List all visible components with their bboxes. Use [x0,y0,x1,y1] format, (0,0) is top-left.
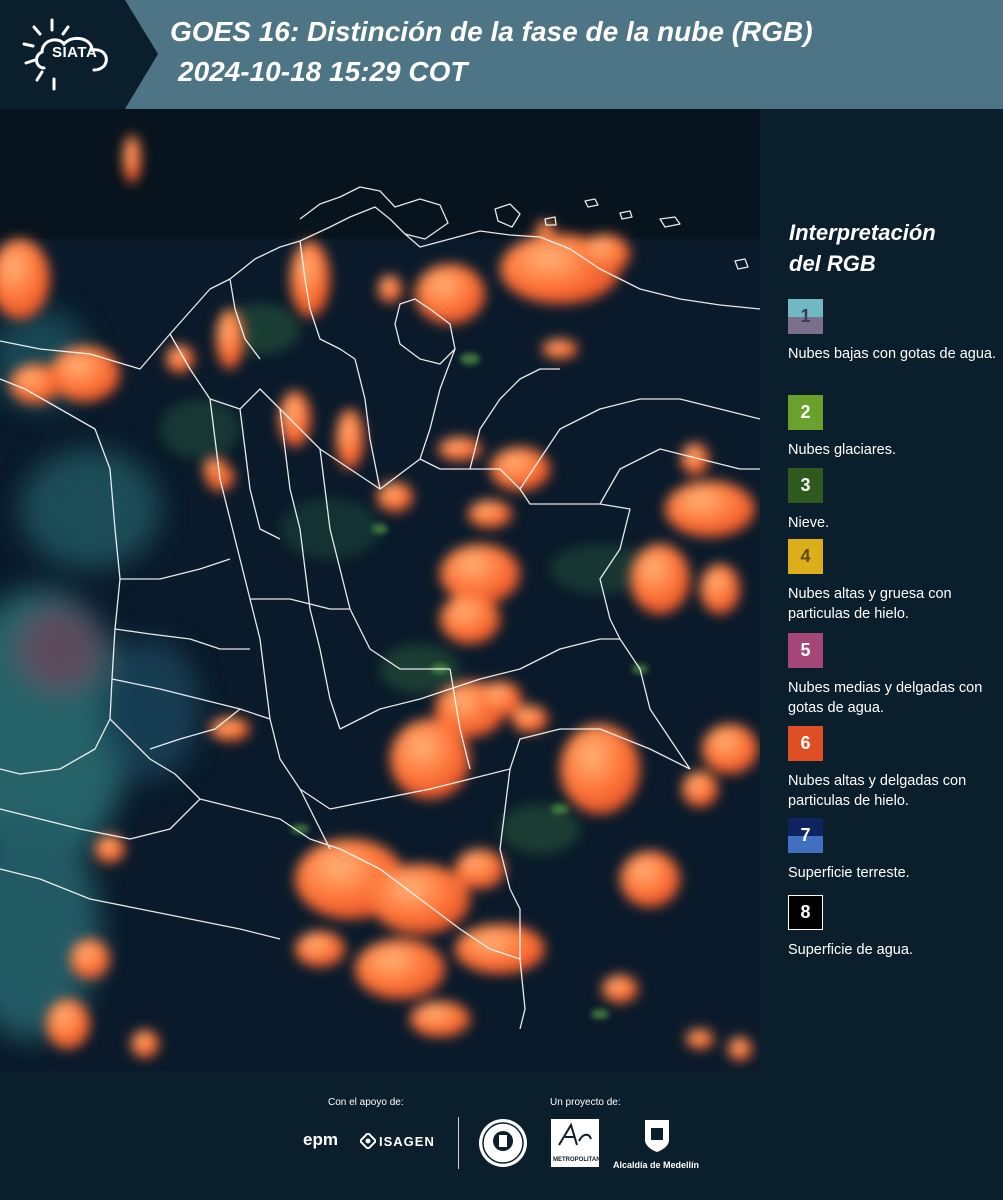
legend-swatch-5: 5 [788,633,823,668]
isagen-icon [360,1133,376,1149]
area-metropolitana-caption: METROPOLITANA [553,1157,605,1163]
legend-panel: Interpretación del RGB 1 Nubes bajas con… [760,109,1003,1071]
sponsor-epm-logo[interactable]: epm [303,1130,338,1150]
legend-number: 3 [800,475,811,495]
legend-label: Superficie terreste. [788,865,910,881]
legend-swatch-7: 7 [788,818,823,853]
alcaldia-shield-icon[interactable] [643,1118,671,1154]
header-banner: SIATA GOES 16: Distinción de la fase de … [0,0,1003,109]
legend-title: Interpretación del RGB [789,217,989,279]
area-logo-mark-icon [558,1122,592,1146]
legend-swatch-1: 1 [788,299,823,334]
legend-label: Nubes altas y gruesa con particulas de h… [788,586,952,622]
timestamp: 2024-10-18 15:29 COT [178,56,468,87]
legend-label: Superficie de agua. [788,942,913,958]
footer-divider [458,1117,459,1169]
legend-swatch-6: 6 [788,726,823,761]
legend-number: 1 [800,306,811,326]
legend-title-line2: del RGB [789,251,876,276]
legend-number: 2 [800,402,811,422]
legend-title-line1: Interpretación [789,220,936,245]
legend-label: Nubes bajas con gotas de agua. [788,346,996,362]
legend-label: Nubes glaciares. [788,442,896,458]
alcaldia-caption: Alcaldía de Medellín [613,1160,700,1170]
legend-number: 7 [800,825,811,845]
legend-swatch-4: 4 [788,539,823,574]
legend-swatch-3: 3 [788,468,823,503]
legend-number: 4 [800,546,811,566]
rgb-satellite-image [0,109,760,1071]
legend-number: 6 [800,733,811,753]
sponsor-isagen-logo[interactable]: ISAGEN [379,1134,435,1149]
legend-number: 5 [800,640,811,660]
medellin-seal-icon[interactable] [477,1117,529,1169]
legend-label: Nubes medias y delgadas con gotas de agu… [788,680,983,716]
support-label: Con el apoyo de: [328,1097,404,1108]
legend-number: 8 [800,902,811,922]
legend-label: Nubes altas y delgadas con particulas de… [788,773,967,809]
legend-label: Nieve. [788,515,830,531]
footer: Con el apoyo de: Un proyecto de: epm ISA… [0,1071,1003,1200]
logo-text: SIATA [52,44,98,61]
legend-swatch-2: 2 [788,395,823,430]
siata-logo[interactable]: SIATA [0,0,160,109]
satellite-map[interactable] [0,109,760,1071]
legend-swatch-8: 8 [788,895,823,930]
project-label: Un proyecto de: [550,1097,621,1108]
page-title: GOES 16: Distinción de la fase de la nub… [170,16,813,47]
